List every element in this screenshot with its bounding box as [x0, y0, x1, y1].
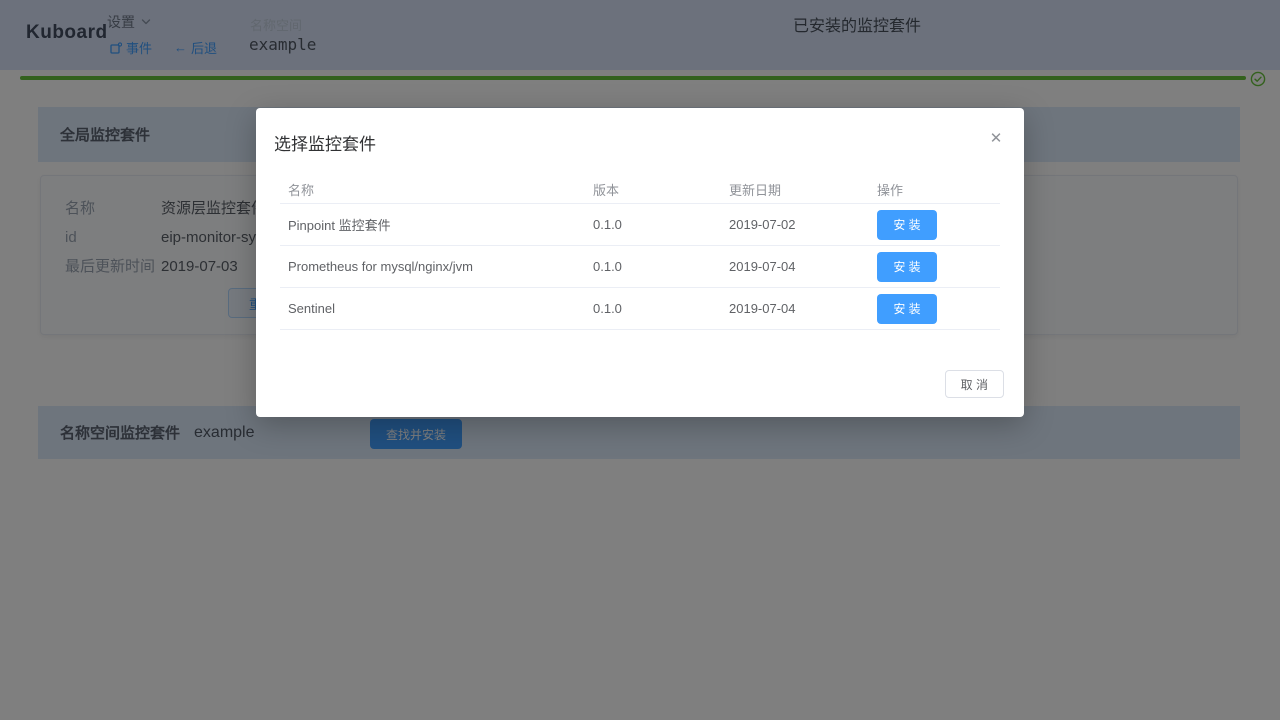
- table-row: Prometheus for mysql/nginx/jvm 0.1.0 201…: [280, 246, 1000, 288]
- col-header-date: 更新日期: [721, 180, 869, 199]
- suite-name: Prometheus for mysql/nginx/jvm: [280, 259, 585, 274]
- install-button[interactable]: 安 装: [877, 210, 937, 240]
- close-icon[interactable]: ✕: [986, 128, 1006, 148]
- suite-version: 0.1.0: [585, 301, 721, 316]
- suite-version: 0.1.0: [585, 259, 721, 274]
- suite-table: 名称 版本 更新日期 操作 Pinpoint 监控套件 0.1.0 2019-0…: [280, 176, 1000, 330]
- table-row: Sentinel 0.1.0 2019-07-04 安 装: [280, 288, 1000, 330]
- col-header-version: 版本: [585, 180, 721, 199]
- suite-version: 0.1.0: [585, 217, 721, 232]
- suite-date: 2019-07-04: [721, 259, 869, 274]
- select-suite-dialog: 选择监控套件 ✕ 名称 版本 更新日期 操作 Pinpoint 监控套件 0.1…: [256, 108, 1024, 417]
- cancel-button[interactable]: 取 消: [945, 370, 1004, 398]
- install-button[interactable]: 安 装: [877, 294, 937, 324]
- table-header-row: 名称 版本 更新日期 操作: [280, 176, 1000, 204]
- install-button[interactable]: 安 装: [877, 252, 937, 282]
- suite-name: Pinpoint 监控套件: [280, 215, 585, 234]
- col-header-action: 操作: [869, 180, 1000, 199]
- suite-date: 2019-07-04: [721, 301, 869, 316]
- suite-name: Sentinel: [280, 301, 585, 316]
- suite-date: 2019-07-02: [721, 217, 869, 232]
- col-header-name: 名称: [280, 180, 585, 199]
- dialog-title: 选择监控套件: [274, 130, 376, 155]
- table-row: Pinpoint 监控套件 0.1.0 2019-07-02 安 装: [280, 204, 1000, 246]
